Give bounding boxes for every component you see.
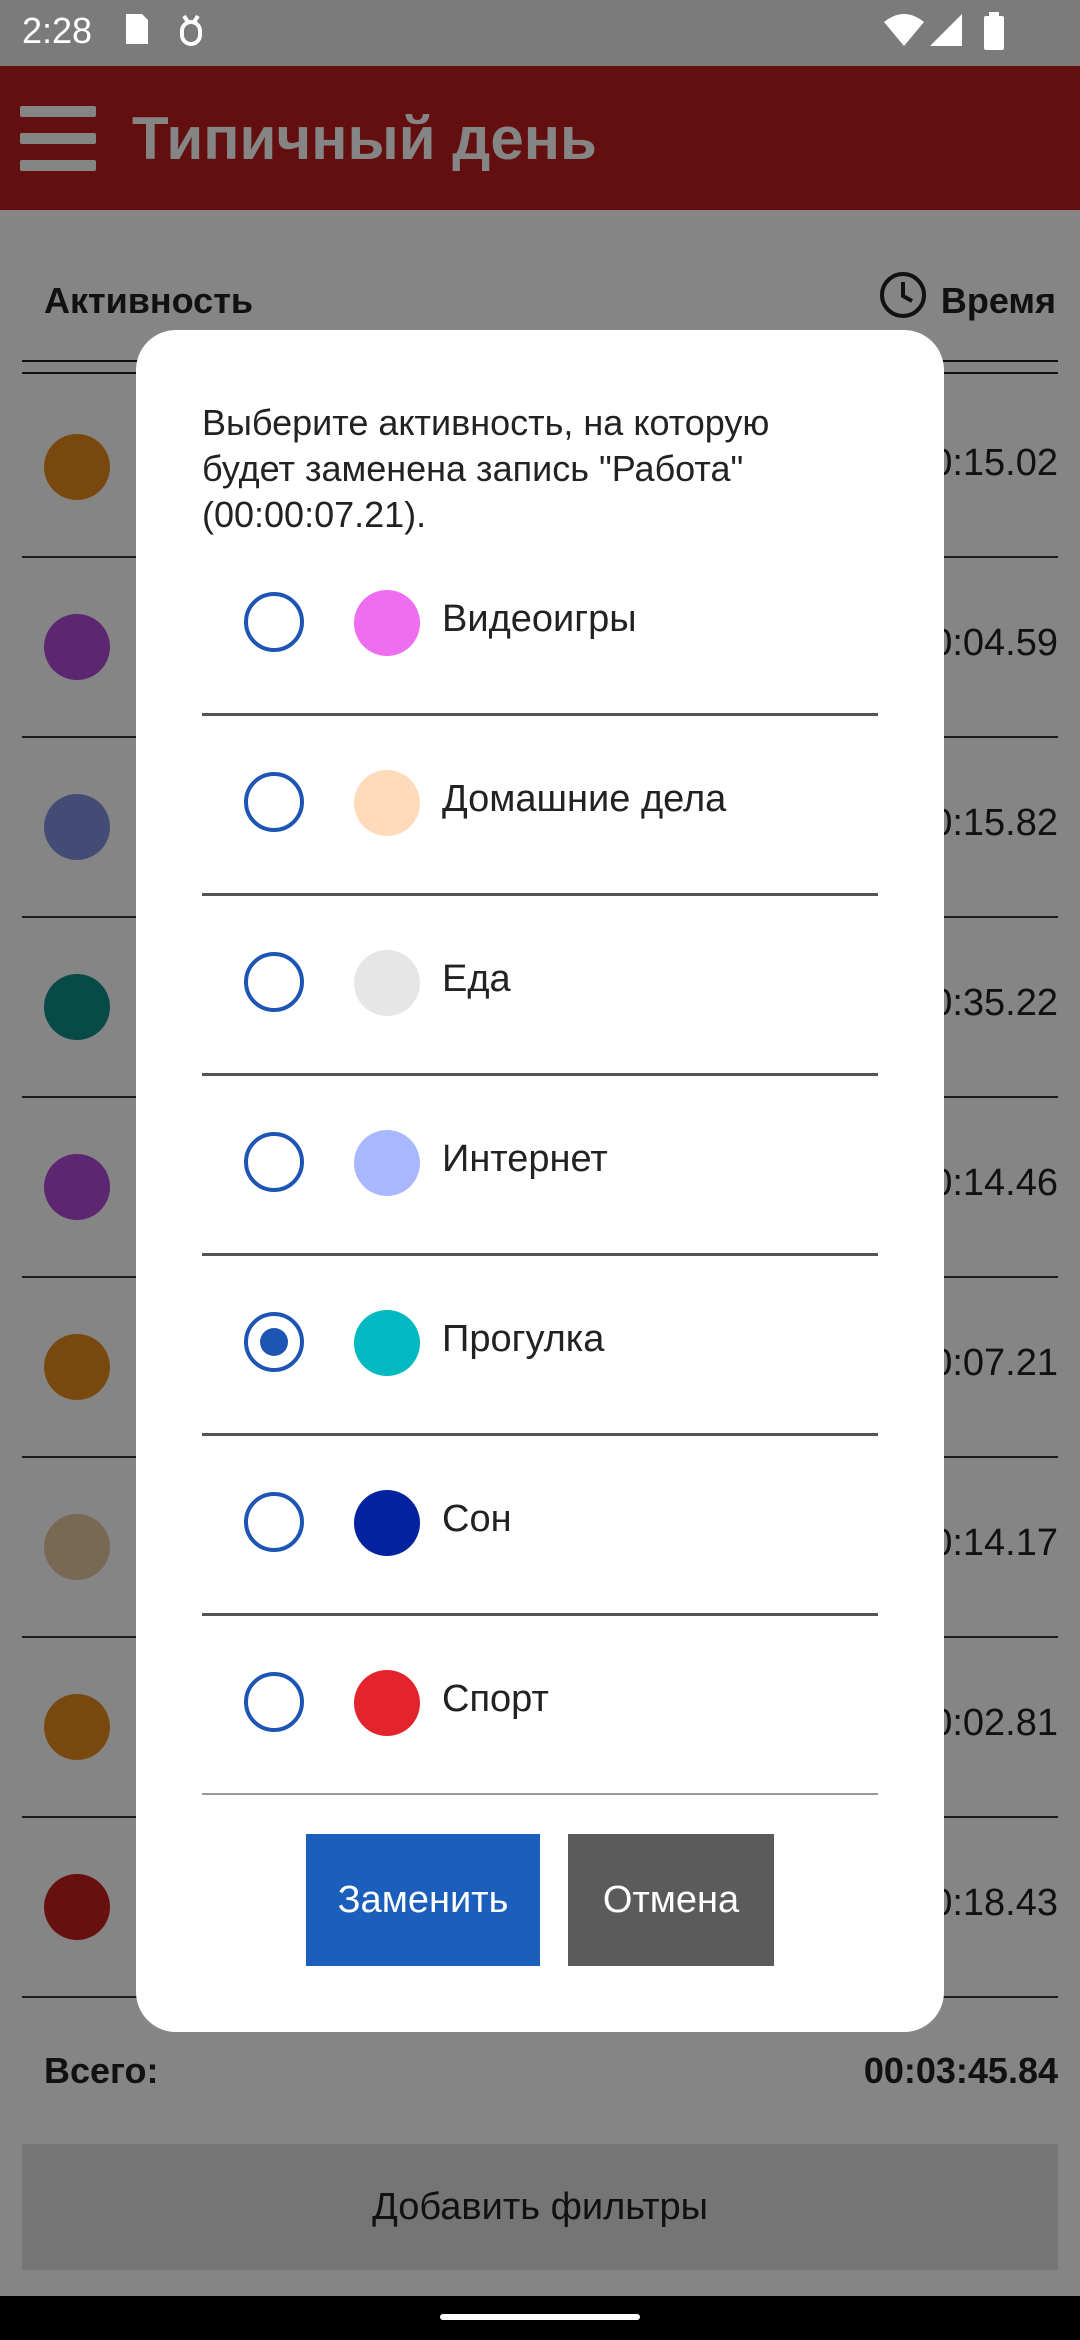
usb-debug-icon [180, 14, 202, 46]
radio-button[interactable] [244, 772, 304, 832]
cancel-button[interactable]: Отмена [568, 1834, 774, 1966]
radio-button[interactable] [244, 592, 304, 652]
activity-color-dot [354, 590, 420, 656]
radio-button[interactable] [244, 1672, 304, 1732]
radio-option-food[interactable]: Еда [202, 896, 878, 1076]
status-bar: 2:28 [0, 0, 1080, 66]
battery-icon [984, 12, 1004, 50]
radio-option-label: Еда [442, 958, 511, 1000]
wifi-icon [884, 14, 924, 46]
radio-option-housework[interactable]: Домашние дела [202, 716, 878, 896]
status-time: 2:28 [22, 10, 93, 51]
radio-button[interactable] [244, 1312, 304, 1372]
radio-option-label: Домашние дела [442, 778, 727, 820]
radio-option-sleep[interactable]: Сон [202, 1436, 878, 1616]
radio-button[interactable] [244, 1132, 304, 1192]
radio-option-label: Прогулка [442, 1318, 605, 1360]
radio-button[interactable] [244, 952, 304, 1012]
activity-color-dot [354, 950, 420, 1016]
replace-activity-dialog: Выберите активность, на которую будет за… [136, 330, 944, 2032]
replace-button[interactable]: Заменить [306, 1834, 540, 1966]
sd-card-icon [126, 14, 148, 44]
activity-color-dot [354, 1310, 420, 1376]
radio-option-label: Интернет [442, 1138, 608, 1180]
activity-color-dot [354, 1130, 420, 1196]
activity-color-dot [354, 1490, 420, 1556]
cellular-icon [930, 14, 962, 46]
dialog-message: Выберите активность, на которую будет за… [202, 402, 770, 535]
radio-option-label: Спорт [442, 1678, 549, 1720]
activity-color-dot [354, 770, 420, 836]
radio-option-walk[interactable]: Прогулка [202, 1256, 878, 1436]
radio-option-label: Видеоигры [442, 598, 637, 640]
activity-color-dot [354, 1670, 420, 1736]
navigation-bar [0, 2296, 1080, 2340]
radio-option-label: Сон [442, 1498, 512, 1540]
radio-option-sport[interactable]: Спорт [202, 1616, 878, 1795]
home-gesture-handle[interactable] [440, 2314, 640, 2320]
radio-button[interactable] [244, 1492, 304, 1552]
radio-option-internet[interactable]: Интернет [202, 1076, 878, 1256]
activity-radio-group: Видеоигры Домашние дела Еда Интернет Про… [202, 536, 878, 1795]
radio-option-videogames[interactable]: Видеоигры [202, 536, 878, 716]
